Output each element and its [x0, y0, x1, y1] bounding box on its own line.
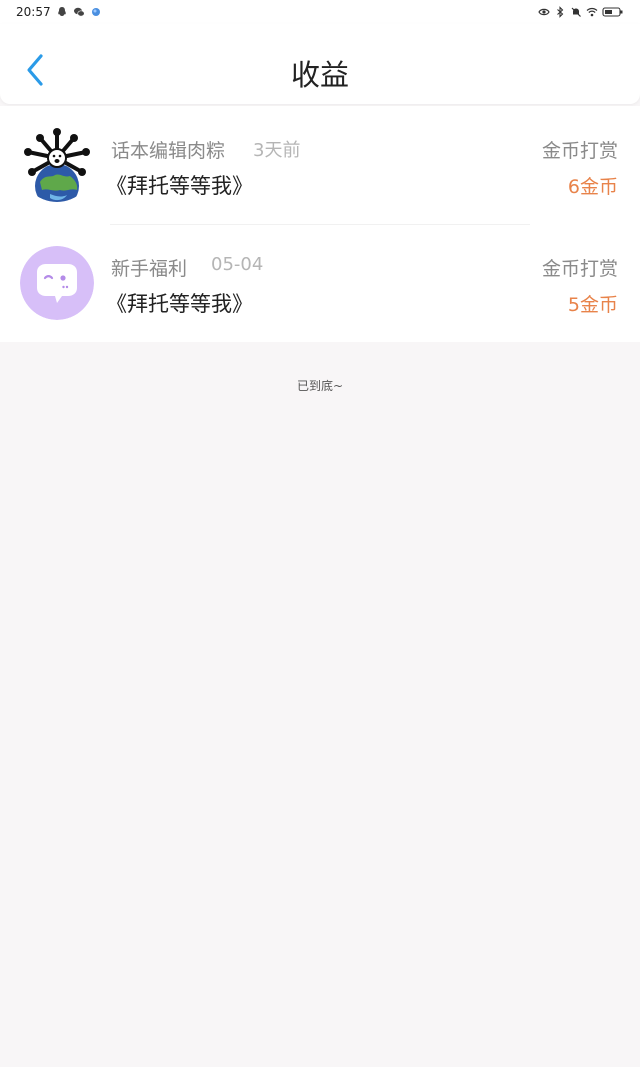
timestamp: 3天前 [253, 140, 301, 161]
earnings-list: 话本编辑肉粽 3天前 《拜托等等我》 金币打赏 6金币 新手福利 05-04 《… [0, 106, 640, 342]
app-icon [91, 8, 100, 16]
mute-icon [571, 7, 581, 17]
book-title: 《拜托等等我》 [106, 292, 253, 316]
bluetooth-icon [557, 6, 564, 18]
qq-icon [57, 7, 66, 16]
sender-name: 话本编辑肉粽 [111, 140, 226, 162]
wechat-icon [73, 7, 85, 17]
timestamp: 05-04 [211, 254, 264, 275]
avatar [20, 246, 94, 320]
earning-type: 金币打赏 [541, 140, 618, 162]
earning-amount: 5金币 [567, 294, 618, 316]
book-title: 《拜托等等我》 [106, 174, 253, 198]
wifi-icon [586, 7, 598, 17]
status-left: 20:57 [16, 5, 102, 19]
eye-icon [538, 8, 550, 16]
header: 收益 [0, 24, 640, 104]
earning-item[interactable]: 话本编辑肉粽 3天前 《拜托等等我》 金币打赏 6金币 [0, 106, 640, 224]
status-time: 20:57 [16, 5, 51, 19]
status-right [538, 6, 624, 18]
battery-icon [602, 7, 623, 17]
status-bar: 20:57 [0, 0, 640, 24]
end-of-list-text: 已到底~ [296, 379, 344, 393]
earning-item[interactable]: 新手福利 05-04 《拜托等等我》 金币打赏 5金币 [0, 224, 640, 342]
chat-bubble-avatar-icon [20, 246, 94, 320]
globe-avatar-icon [20, 128, 94, 202]
sender-name: 新手福利 [111, 258, 188, 280]
avatar [20, 128, 94, 202]
earning-type: 金币打赏 [541, 258, 618, 280]
page-title: 收益 [290, 58, 349, 92]
earning-amount: 6金币 [567, 176, 618, 198]
